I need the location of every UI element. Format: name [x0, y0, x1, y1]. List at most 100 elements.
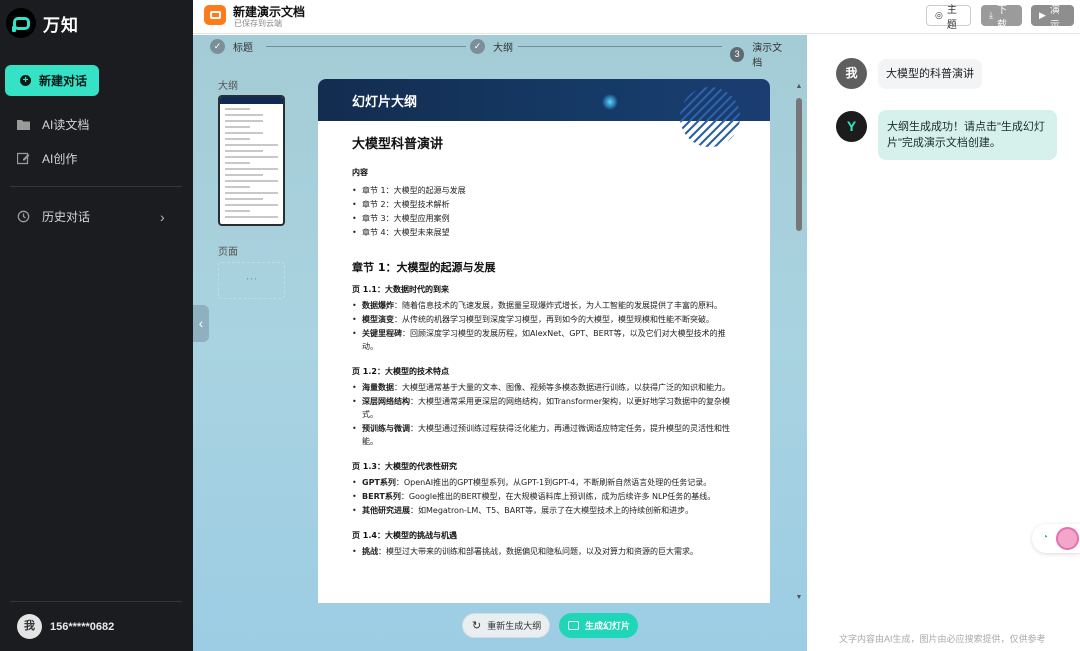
new-chat-button[interactable]: + 新建对话 [5, 65, 99, 96]
section-title: 页 1.2：大模型的技术特点 [352, 367, 449, 376]
step-label: 标题 [233, 43, 253, 54]
list-item: 海量数据：大模型通常基于大量的文本、图像、视频等多模态数据进行训练，以获得广泛的… [352, 381, 736, 394]
save-status: 已保存到云端 [234, 19, 282, 28]
document-header: 幻灯片大纲 [318, 79, 770, 147]
step-connector [518, 46, 722, 47]
theme-label: 主题 [946, 4, 957, 31]
palette-icon: ◎ [935, 10, 943, 20]
list-item: 章节 1：大模型的起源与发展 [352, 184, 736, 198]
assistant-icon: ◔ [1042, 532, 1049, 543]
generate-label: 生成幻灯片 [585, 621, 631, 631]
section-points: GPT系列：OpenAI推出的GPT模型系列，从GPT-1到GPT-4，不断刷新… [352, 476, 736, 517]
toc-list: 章节 1：大模型的起源与发展 章节 2：大模型技术解析 章节 3：大模型应用案例… [352, 184, 736, 240]
chevron-right-icon[interactable]: › [160, 209, 165, 225]
mascot-icon [1056, 527, 1079, 550]
list-item: 章节 2：大模型技术解析 [352, 198, 736, 212]
new-chat-label: 新建对话 [39, 74, 88, 88]
floating-assistant-button[interactable]: ◔ [1032, 524, 1080, 553]
step-connector [266, 46, 466, 47]
document-body: 大模型科普演讲 内容 章节 1：大模型的起源与发展 章节 2：大模型技术解析 章… [318, 121, 770, 569]
section-points: 海量数据：大模型通常基于大量的文本、图像、视频等多模态数据进行训练，以获得广泛的… [352, 381, 736, 448]
user-message: 大模型的科普演讲 [878, 59, 982, 89]
editor-stage: ✓ 标题 ✓ 大纲 3 演示文档 大纲 页面 ··· ‹ 幻灯片大纲 大模型科普… [193, 35, 807, 651]
section-points: 数据爆炸：随着信息技术的飞速发展，数据量呈现爆炸式增长，为人工智能的发展提供了丰… [352, 299, 736, 353]
download-icon: ⤓ [989, 10, 993, 20]
list-item: 其他研究进展：如Megatron-LM、T5、BART等，展示了在大模型技术上的… [352, 504, 736, 517]
avatar: 我 [17, 614, 42, 639]
section-title: 页 1.1：大数据时代的到来 [352, 285, 449, 294]
list-item: 挑战：模型过大带来的训练和部署挑战，数据偏见和隐私问题，以及对算力和资源的巨大需… [352, 545, 736, 558]
document-title: 大模型科普演讲 [352, 137, 444, 152]
step-presentation: 3 演示文档 [730, 39, 790, 69]
list-item: 章节 3：大模型应用案例 [352, 212, 736, 226]
sidebar-item-history[interactable]: 历史对话 [16, 206, 90, 226]
edit-icon [16, 151, 30, 165]
step-label: 大纲 [493, 43, 513, 54]
avatar: 我 [836, 58, 867, 89]
section-title: 页 1.4：大模型的挑战与机遇 [352, 531, 457, 540]
list-item: BERT系列：Google推出的BERT模型，在大规模语料库上预训练，成为后续许… [352, 490, 736, 503]
user-phone: 156*****0682 [50, 620, 115, 633]
scroll-down-icon[interactable]: ▼ [795, 594, 803, 601]
outline-thumbnail[interactable] [218, 95, 285, 226]
regenerate-label: 重新生成大纲 [487, 621, 542, 631]
chat-panel: 我 大模型的科普演讲 Y 大纲生成成功！请点击"生成幻灯片"完成演示文档创建。 … [807, 35, 1080, 651]
toc-heading: 内容 [352, 168, 368, 177]
sidebar-item-ai-create[interactable]: AI创作 [16, 148, 77, 168]
bot-avatar-icon: Y [836, 111, 867, 142]
list-item: 预训练与微调：大模型通过预训练过程获得泛化能力，再通过微调适应特定任务，提升模型… [352, 422, 736, 448]
pages-label: 页面 [218, 247, 238, 258]
present-button[interactable]: ▶ 演示 [1031, 5, 1074, 31]
play-icon: ▶ [1039, 10, 1046, 20]
generate-slides-button[interactable]: 生成幻灯片 [559, 613, 638, 638]
page-placeholder[interactable]: ··· [218, 262, 285, 299]
list-item: 深层网络结构：大模型通常采用更深层的网络结构，如Transformer架构，以更… [352, 395, 736, 421]
document-scrollbar[interactable]: ▲ ▼ [795, 83, 803, 601]
check-icon: ✓ [210, 39, 225, 54]
presentation-icon [204, 5, 226, 25]
outline-document[interactable]: 幻灯片大纲 大模型科普演讲 内容 章节 1：大模型的起源与发展 章节 2：大模型… [318, 79, 770, 603]
sidebar-item-label: 历史对话 [42, 209, 91, 224]
history-icon [16, 209, 30, 223]
progress-steps: ✓ 标题 ✓ 大纲 3 演示文档 [210, 39, 790, 69]
ai-disclaimer: 文字内容由AI生成，图片由必应搜索提供，仅供参考 [839, 634, 1046, 644]
section-title: 页 1.3：大模型的代表性研究 [352, 462, 457, 471]
document-header-title: 幻灯片大纲 [352, 94, 418, 109]
user-account[interactable]: 我 156*****0682 [17, 614, 114, 639]
chapter-heading: 章节 1：大模型的起源与发展 [352, 261, 496, 274]
present-label: 演示 [1049, 4, 1060, 31]
sidebar: 万知 + 新建对话 AI读文档 AI创作 历史对话 › 我 156*****06… [0, 0, 193, 651]
download-label: 下载 [996, 4, 1007, 31]
step-label: 演示文档 [752, 43, 783, 69]
sidebar-item-label: AI创作 [42, 151, 78, 166]
outline-label: 大纲 [218, 81, 238, 92]
list-item: 模型演变：从传统的机器学习模型到深度学习模型，再到如今的大模型，模型规模和性能不… [352, 313, 736, 326]
decoration-glow [602, 94, 618, 110]
check-icon: ✓ [470, 39, 485, 54]
sidebar-item-label: AI读文档 [42, 117, 90, 132]
folder-icon [16, 117, 30, 131]
brand[interactable]: 万知 [6, 7, 79, 39]
decoration-pattern [680, 87, 740, 147]
slides-icon [568, 621, 579, 630]
download-button[interactable]: ⤓ 下载 [981, 5, 1022, 31]
app-name: 万知 [43, 15, 79, 35]
scrollbar-thumb[interactable] [796, 98, 802, 231]
refresh-icon: ↻ [472, 620, 482, 632]
plus-icon: + [20, 75, 31, 86]
list-item: 章节 4：大模型未来展望 [352, 226, 736, 240]
collapse-panel-button[interactable]: ‹ [193, 305, 209, 342]
divider [10, 601, 182, 602]
section-points: 挑战：模型过大带来的训练和部署挑战，数据偏见和隐私问题，以及对算力和资源的巨大需… [352, 545, 736, 558]
scroll-up-icon[interactable]: ▲ [795, 83, 803, 90]
step-outline: ✓ 大纲 [470, 39, 513, 54]
list-item: 关键里程碑：回顾深度学习模型的发展历程，如AlexNet、GPT、BERT等，以… [352, 327, 736, 353]
app-logo-icon [6, 8, 36, 38]
regenerate-outline-button[interactable]: ↻ 重新生成大纲 [462, 613, 550, 638]
bot-message: 大纲生成成功！请点击"生成幻灯片"完成演示文档创建。 [878, 110, 1057, 160]
topbar: 新建演示文档 已保存到云端 ◎ 主题 ⤓ 下载 ▶ 演示 [193, 0, 1080, 34]
list-item: GPT系列：OpenAI推出的GPT模型系列，从GPT-1到GPT-4，不断刷新… [352, 476, 736, 489]
divider [10, 186, 182, 187]
sidebar-item-read-doc[interactable]: AI读文档 [16, 114, 89, 134]
theme-button[interactable]: ◎ 主题 [926, 5, 971, 31]
